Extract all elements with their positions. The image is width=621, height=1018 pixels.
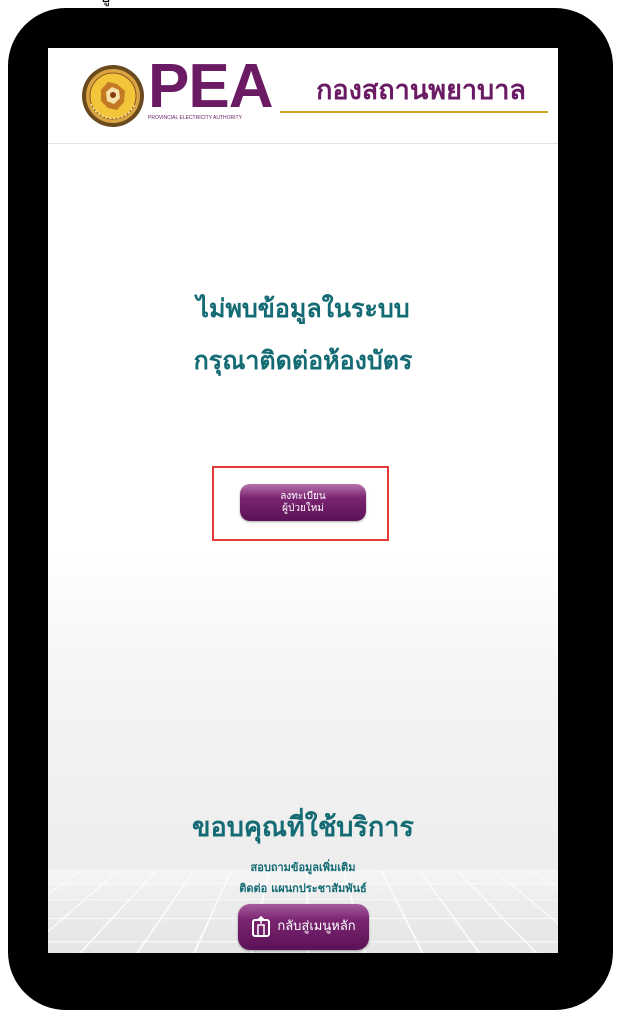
exit-door-icon <box>252 916 271 937</box>
back-to-main-menu-label: กลับสู่เมนูหลัก <box>277 919 356 934</box>
phone-frame: PEA PROVINCIAL ELECTRICITY AUTHORITY กอง… <box>8 8 613 1010</box>
back-to-main-menu-button[interactable]: กลับสู่เมนูหลัก <box>238 904 369 950</box>
brand-underline <box>280 111 548 113</box>
contact-card-room-message: กรุณาติดต่อห้องบัตร <box>193 346 413 375</box>
department-title: กองสถานพยาบาล <box>316 75 526 106</box>
register-button-line1: ลงทะเบียน <box>280 490 326 502</box>
pea-seal-icon <box>82 65 144 127</box>
inquiry-text: สอบถามข้อมูลเพิ่มเติม <box>250 861 356 874</box>
brand-logo-text: PEA <box>148 52 273 121</box>
register-new-patient-button[interactable]: ลงทะเบียน ผู้ป่วยใหม่ <box>240 484 366 521</box>
register-button-line2: ผู้ป่วยใหม่ <box>282 502 324 514</box>
header-divider <box>48 143 558 144</box>
not-found-message: ไม่พบข้อมูลในระบบ <box>196 294 410 323</box>
top-cut-text: ปู <box>100 0 110 7</box>
brand-subtitle: PROVINCIAL ELECTRICITY AUTHORITY <box>148 115 242 121</box>
thank-you-text: ขอบคุณที่ใช้บริการ <box>192 812 414 843</box>
app-screen: PEA PROVINCIAL ELECTRICITY AUTHORITY กอง… <box>48 48 558 953</box>
contact-pr-text: ติดต่อ แผนกประชาสัมพันธ์ <box>239 882 367 895</box>
